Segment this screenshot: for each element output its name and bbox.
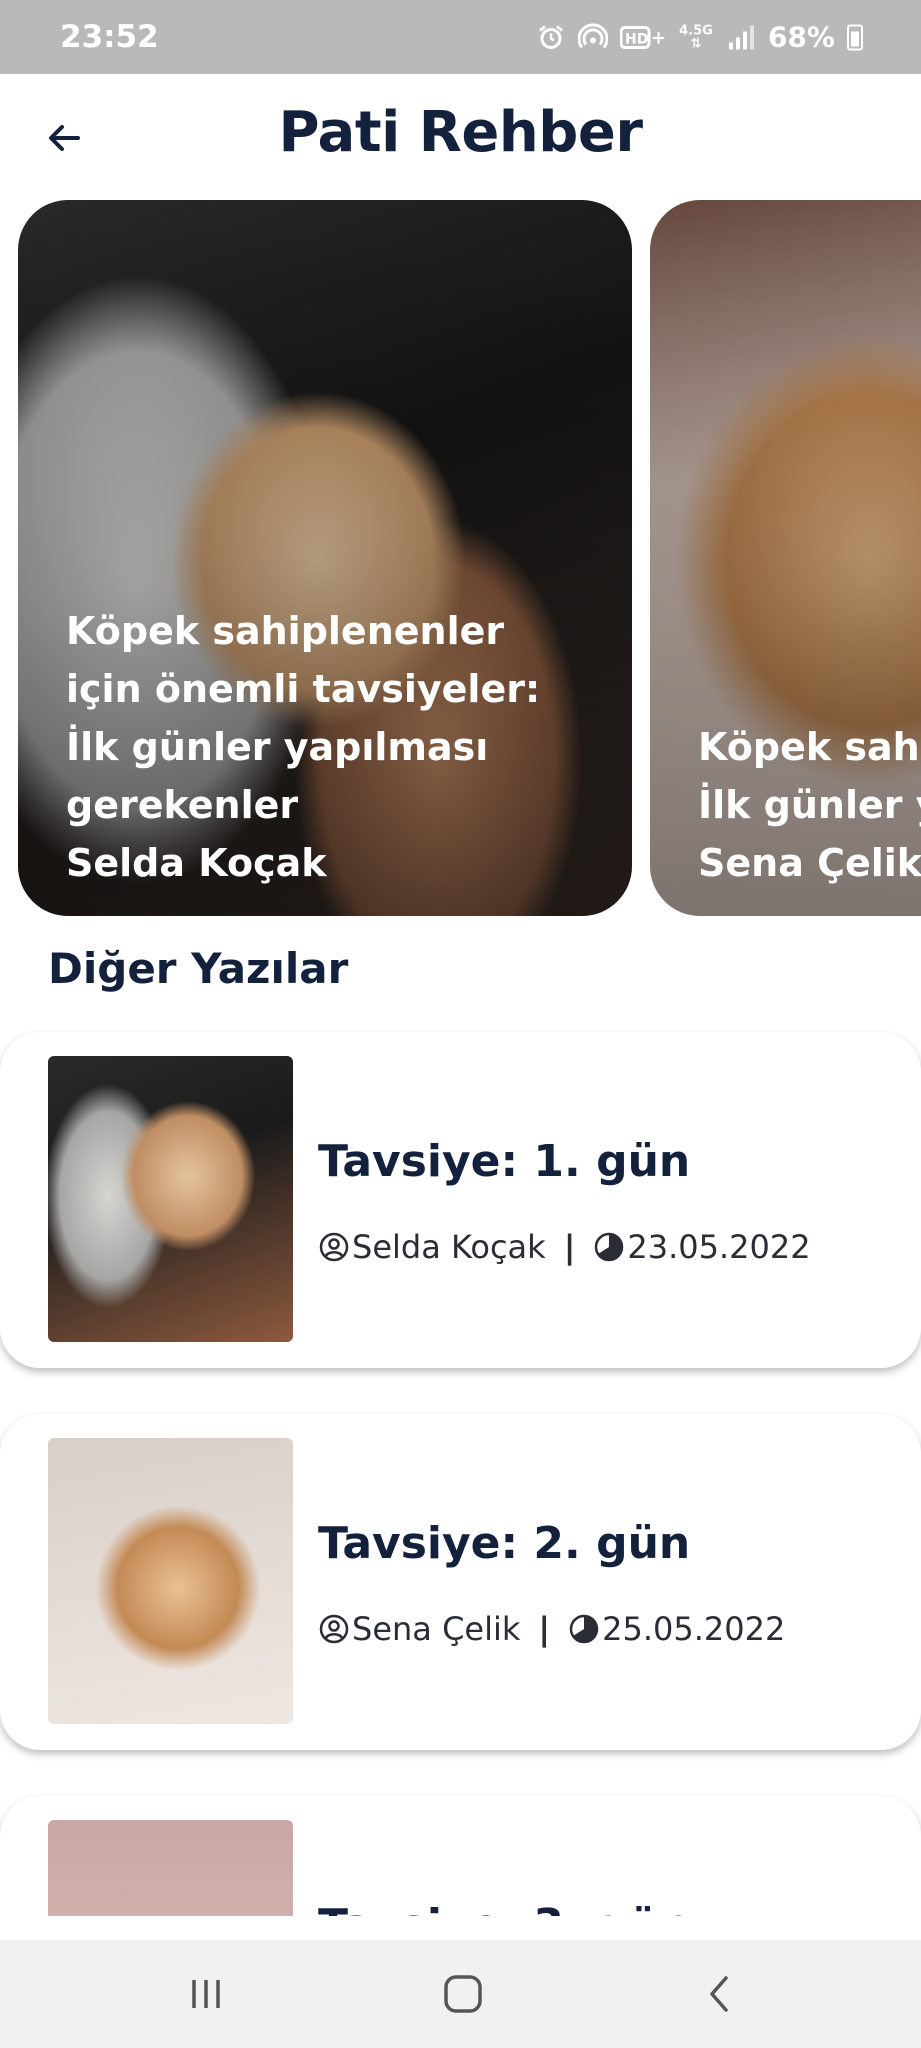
hd-voice-icon: HD +: [619, 22, 666, 52]
featured-carousel[interactable]: Köpek sahiplenenler için önemli tavsiyel…: [0, 200, 921, 918]
status-time: 23:52: [60, 19, 159, 55]
hotspot-icon: [577, 22, 608, 52]
featured-card[interactable]: Köpek sahiplenenler için önemli tavsiyel…: [650, 200, 921, 916]
back-nav-icon: [710, 1976, 728, 2012]
article-thumbnail: [48, 1820, 293, 1916]
article-date: 25.05.2022: [602, 1610, 786, 1648]
user-icon: [318, 1613, 350, 1645]
svg-text:+: +: [651, 27, 666, 48]
card-title: Köpek sahiplenenler için önemli tavsiyel…: [66, 609, 541, 827]
clock-icon: [593, 1231, 625, 1263]
card-title: Köpek sahiplenenler için önemli tavsiyel…: [698, 725, 921, 827]
card-author: Selda Koçak: [66, 841, 327, 885]
meta-separator: |: [563, 1228, 576, 1266]
battery-percent: 68%: [767, 20, 835, 54]
article-author: Selda Koçak: [352, 1228, 546, 1266]
article-meta: Sena Çelik | 25.05.2022: [318, 1610, 785, 1648]
article-thumbnail: [48, 1438, 293, 1724]
article-date: 23.05.2022: [627, 1228, 811, 1266]
back-nav-button[interactable]: [690, 1966, 750, 2022]
page-title: Pati Rehber: [278, 100, 643, 165]
recent-apps-button[interactable]: [176, 1966, 236, 2022]
article-title: Tavsiye: 2. gün: [318, 1518, 691, 1569]
home-icon: [444, 1975, 482, 2013]
article-title: Tavsiye: 3. gün: [318, 1900, 690, 1916]
alarm-icon: [536, 22, 566, 52]
article-card[interactable]: Tavsiye: 3. gün: [0, 1796, 921, 1916]
section-title: Diğer Yazılar: [48, 944, 349, 993]
network-label: 4.5G: [679, 23, 713, 38]
app-header: Pati Rehber: [0, 74, 921, 200]
featured-card[interactable]: Köpek sahiplenenler için önemli tavsiyel…: [18, 200, 632, 916]
article-title: Tavsiye: 1. gün: [318, 1136, 691, 1187]
card-author: Sena Çelik: [698, 841, 921, 885]
network-4g-icon: 4.5G ⇅: [678, 22, 714, 52]
status-icons: HD + 4.5G ⇅ 68%: [536, 21, 863, 54]
data-arrows-icon: ⇅: [690, 36, 702, 51]
user-icon: [318, 1231, 350, 1263]
recent-apps-icon: [192, 1980, 220, 2008]
article-card[interactable]: Tavsiye: 1. gün Selda Koçak | 23.05.2022: [0, 1032, 921, 1368]
svg-text:HD: HD: [625, 31, 648, 47]
article-thumbnail: [48, 1056, 293, 1342]
signal-icon: [726, 22, 756, 52]
card-text: Köpek sahiplenenler için önemli tavsiyel…: [698, 718, 921, 892]
clock-icon: [568, 1613, 600, 1645]
article-card[interactable]: Tavsiye: 2. gün Sena Çelik | 25.05.2022: [0, 1414, 921, 1750]
home-button[interactable]: [433, 1966, 493, 2022]
card-text: Köpek sahiplenenler için önemli tavsiyel…: [66, 602, 592, 892]
system-nav-bar: [0, 1940, 921, 2048]
article-list[interactable]: Tavsiye: 1. gün Selda Koçak | 23.05.2022…: [0, 1030, 921, 1916]
status-bar: 23:52 HD + 4.5G ⇅ 68%: [0, 0, 921, 74]
meta-separator: |: [538, 1610, 551, 1648]
article-meta: Selda Koçak | 23.05.2022: [318, 1228, 811, 1266]
battery-icon: [847, 24, 863, 50]
article-author: Sena Çelik: [352, 1610, 521, 1648]
